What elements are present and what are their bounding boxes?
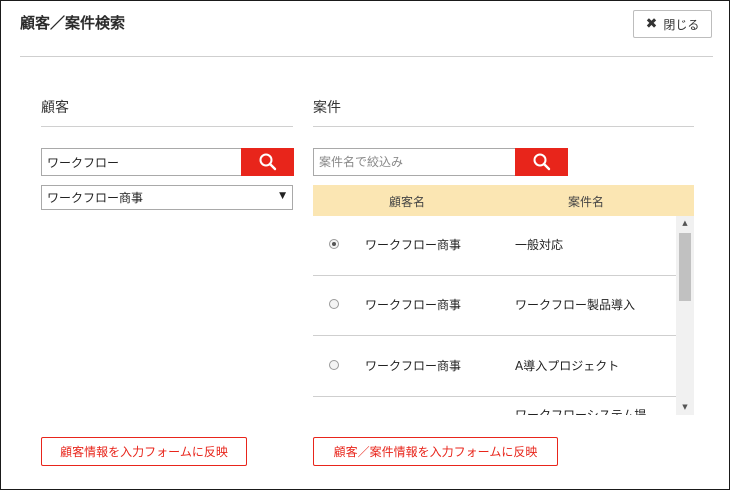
customer-select[interactable]: ワークフロー商事 ▼ — [41, 185, 293, 210]
search-dialog: 顧客／案件検索 ✖ 閉じる 顧客 ワークフロー商事 ▼ 案件 顧客名 案件名 — [0, 0, 730, 490]
customer-section-label: 顧客 — [41, 100, 69, 116]
apply-customer-button[interactable]: 顧客情報を入力フォームに反映 — [41, 437, 247, 466]
row-radio[interactable] — [329, 299, 339, 309]
customer-search-input[interactable] — [41, 148, 241, 176]
row-project: A導入プロジェクト — [515, 359, 620, 373]
table-row[interactable]: ワークフローシステム提 — [313, 398, 676, 415]
row-customer: ワークフロー商事 — [365, 298, 462, 312]
customer-search-button[interactable] — [241, 148, 294, 176]
row-project: ワークフロー製品導入 — [515, 298, 636, 312]
dialog-title: 顧客／案件検索 — [20, 14, 126, 32]
table-row[interactable]: ワークフロー商事 一般対応 — [313, 216, 676, 276]
project-section-divider — [313, 126, 694, 127]
column-header-project: 案件名 — [568, 195, 605, 209]
project-search-input[interactable] — [313, 148, 515, 176]
customer-section-divider — [41, 126, 293, 127]
close-button-label: 閉じる — [663, 17, 700, 32]
project-search-button[interactable] — [515, 148, 568, 176]
customer-select-value: ワークフロー商事 — [47, 191, 144, 205]
table-row[interactable]: ワークフロー商事 ワークフロー製品導入 — [313, 276, 676, 336]
close-icon: ✖ — [645, 16, 658, 32]
row-project: 一般対応 — [515, 238, 564, 252]
table-row[interactable]: ワークフロー商事 A導入プロジェクト — [313, 337, 676, 397]
row-radio[interactable] — [329, 360, 339, 370]
scrollbar-thumb[interactable] — [679, 233, 691, 301]
scroll-down-arrow-icon[interactable]: ▼ — [676, 400, 694, 415]
column-header-customer: 顧客名 — [389, 195, 426, 209]
row-customer: ワークフロー商事 — [365, 238, 462, 252]
row-project: ワークフローシステム提 — [515, 408, 647, 415]
grid-header: 顧客名 案件名 — [313, 185, 694, 216]
search-icon — [259, 153, 276, 171]
dropdown-arrow-icon: ▼ — [279, 191, 286, 201]
search-icon — [533, 153, 550, 171]
grid-scrollbar[interactable]: ▲ ▼ — [676, 216, 694, 415]
row-customer: ワークフロー商事 — [365, 359, 462, 373]
project-section-label: 案件 — [313, 100, 341, 116]
row-radio[interactable] — [329, 239, 339, 249]
close-button[interactable]: ✖ 閉じる — [633, 10, 712, 38]
scroll-up-arrow-icon[interactable]: ▲ — [676, 216, 694, 231]
title-divider — [20, 56, 713, 57]
grid-body: ワークフロー商事 一般対応 ワークフロー商事 ワークフロー製品導入 ワークフロー… — [313, 216, 676, 415]
project-grid: 顧客名 案件名 ワークフロー商事 一般対応 ワークフロー商事 ワークフロー製品導… — [313, 185, 694, 415]
apply-customer-project-button[interactable]: 顧客／案件情報を入力フォームに反映 — [313, 437, 558, 466]
